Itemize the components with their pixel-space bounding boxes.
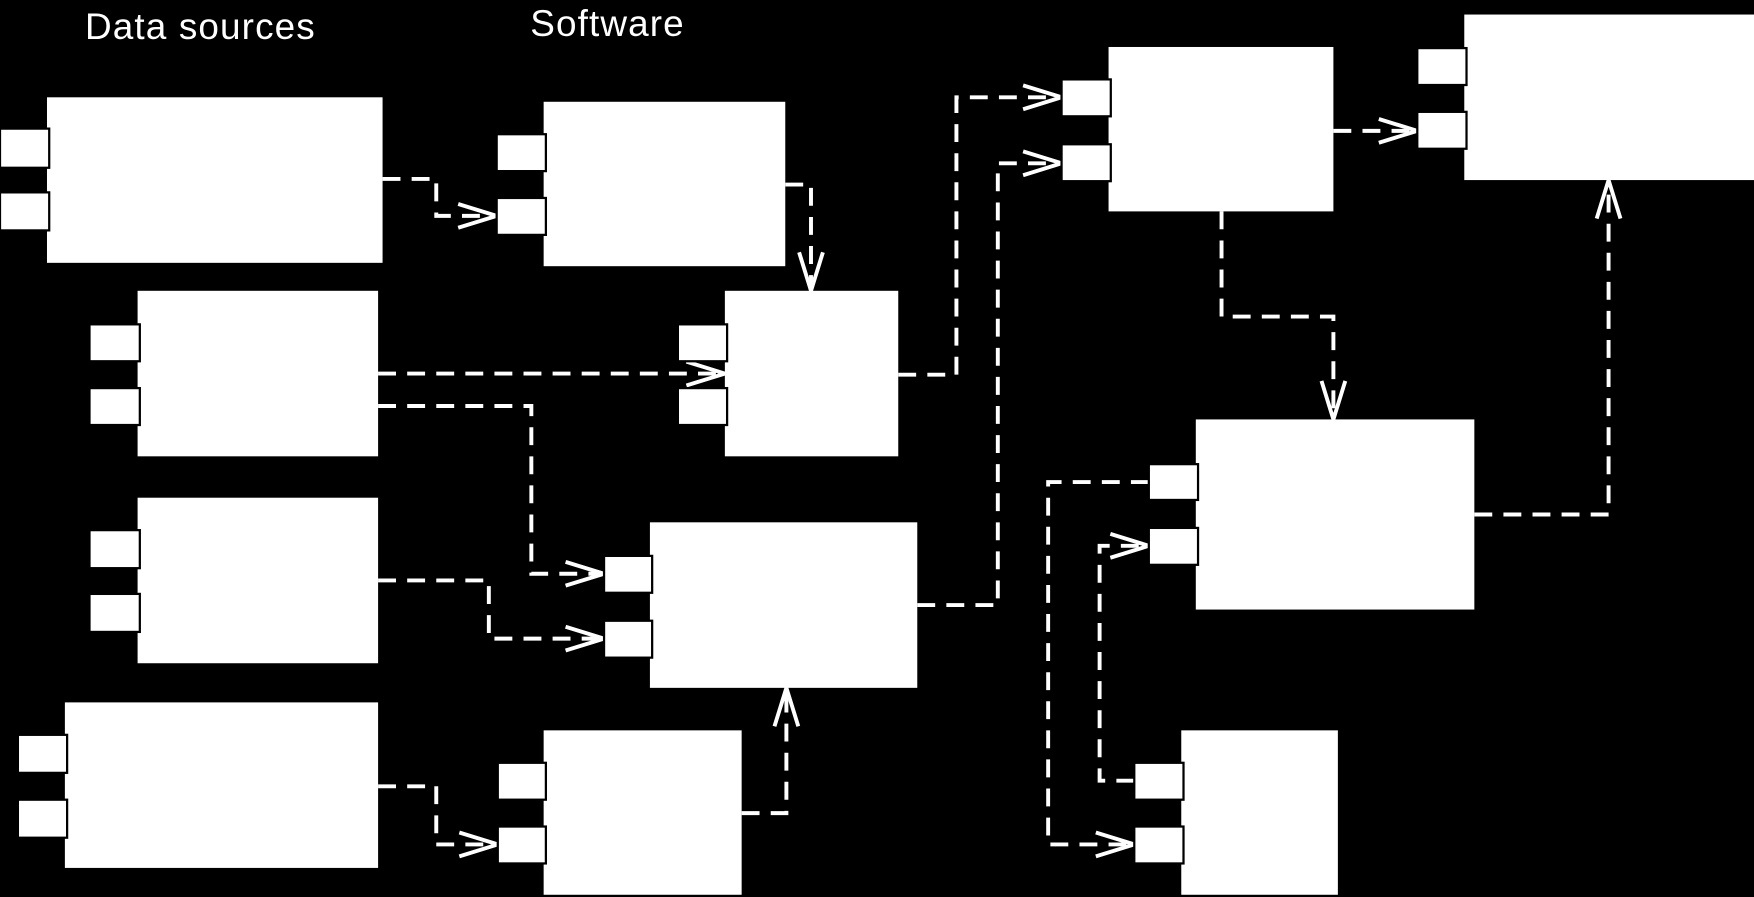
component-port-icon <box>88 323 141 363</box>
component-port-icon <box>1133 761 1185 801</box>
component-port-icon <box>495 196 548 236</box>
component-port-icon <box>1147 463 1200 502</box>
heading-data-sources: Data sources <box>85 6 316 47</box>
component-port-icon <box>1147 526 1200 566</box>
component-body <box>1464 14 1754 181</box>
component-body <box>1181 730 1338 895</box>
component-d <box>16 702 379 868</box>
component-e <box>495 101 786 267</box>
component-a <box>0 97 383 263</box>
component-port-icon <box>0 191 51 232</box>
component-body <box>543 730 742 895</box>
component-port-icon <box>676 323 729 363</box>
dashed-line <box>1474 180 1611 517</box>
connector-b-to-f <box>378 359 732 388</box>
connector-e-to-f <box>785 182 825 298</box>
component-port-icon <box>495 133 548 173</box>
connector-i-to-k <box>1219 211 1348 427</box>
dashed-line <box>1219 211 1336 420</box>
component-port-icon <box>1416 110 1468 150</box>
component-i <box>1060 46 1334 212</box>
connector-h-to-g <box>741 681 801 816</box>
connector-l-to-k <box>1097 532 1156 783</box>
component-body <box>137 290 379 457</box>
components <box>0 14 1754 895</box>
connector-d-to-h <box>378 784 505 859</box>
connector-f-to-i <box>898 83 1069 377</box>
dashed-line <box>378 784 498 847</box>
component-port-icon <box>676 386 729 427</box>
component-port-icon <box>602 619 654 659</box>
component-j <box>1416 14 1754 181</box>
component-port-icon <box>1060 78 1112 118</box>
dashed-line <box>898 95 1062 377</box>
component-port-icon <box>602 554 654 594</box>
dashed-line <box>1097 543 1149 783</box>
dashed-line <box>378 404 605 576</box>
component-port-icon <box>1060 143 1112 183</box>
connector-g-to-i <box>917 149 1069 608</box>
component-body <box>137 497 379 664</box>
component-c <box>88 497 379 664</box>
component-port-icon <box>16 733 69 774</box>
connector-k-to-j <box>1474 173 1623 517</box>
component-body <box>1108 46 1334 212</box>
component-body <box>1195 419 1475 610</box>
connector-a-to-e <box>382 176 504 230</box>
component-body <box>64 702 379 868</box>
component-port-icon <box>1416 46 1468 87</box>
connector-c-to-g <box>378 578 611 653</box>
component-port-icon <box>496 761 548 801</box>
component-port-icon <box>1133 825 1185 865</box>
dashed-line <box>917 161 1062 608</box>
component-l <box>1133 730 1338 895</box>
connector-b-to-g <box>378 404 611 588</box>
heading-software: Software <box>530 3 685 44</box>
component-port-icon <box>496 825 548 865</box>
component-body <box>543 101 786 267</box>
component-body <box>46 97 383 263</box>
component-port-icon <box>16 798 69 839</box>
component-port-icon <box>88 529 141 570</box>
component-g <box>602 522 918 688</box>
connector-i-to-j <box>1333 117 1424 145</box>
component-port-icon <box>88 386 141 427</box>
component-body <box>724 290 899 457</box>
component-port-icon <box>88 592 141 634</box>
component-b <box>88 290 379 457</box>
component-diagram: Data sources Software <box>0 3 1754 895</box>
component-port-icon <box>0 127 51 169</box>
component-body <box>649 522 918 688</box>
component-k <box>1147 419 1475 610</box>
component-h <box>496 730 742 895</box>
